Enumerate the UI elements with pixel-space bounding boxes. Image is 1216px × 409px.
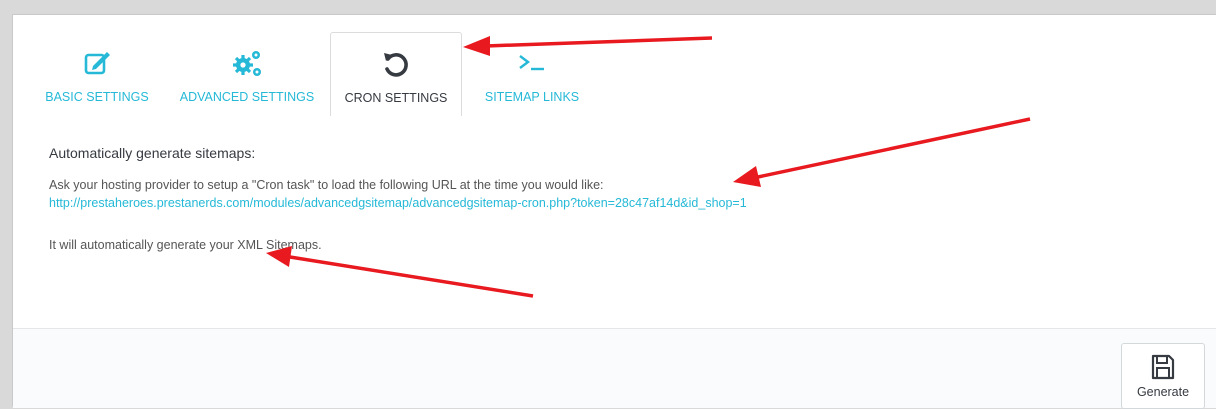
section-heading: Automatically generate sitemaps: — [49, 145, 256, 161]
tab-advanced-settings[interactable]: ADVANCED SETTINGS — [177, 32, 317, 116]
cron-url-link[interactable]: http://prestaheroes.prestanerds.com/modu… — [49, 196, 747, 210]
generate-label: Generate — [1136, 385, 1190, 399]
generate-note: It will automatically generate your XML … — [49, 238, 322, 252]
refresh-icon — [384, 53, 408, 77]
panel-footer: Generate — [13, 328, 1216, 409]
tab-cron-settings[interactable]: CRON SETTINGS — [330, 32, 462, 116]
tab-basic-settings[interactable]: BASIC SETTINGS — [39, 32, 155, 116]
cron-settings-panel: BASIC SETTINGS ADVANCED SETTINGS CRON SE… — [12, 14, 1216, 409]
save-icon — [1151, 354, 1175, 380]
tab-label: BASIC SETTINGS — [45, 90, 149, 104]
generate-button[interactable]: Generate — [1121, 343, 1205, 409]
tab-sitemap-links[interactable]: SITEMAP LINKS — [476, 32, 588, 116]
cron-content: Automatically generate sitemaps: Ask you… — [49, 145, 1196, 254]
tab-label: SITEMAP LINKS — [484, 90, 580, 104]
tab-label: CRON SETTINGS — [344, 91, 448, 105]
edit-icon — [84, 52, 110, 75]
settings-tabs: BASIC SETTINGS ADVANCED SETTINGS CRON SE… — [13, 15, 1216, 116]
tab-label: ADVANCED SETTINGS — [179, 90, 315, 104]
cron-instruction: Ask your hosting provider to setup a "Cr… — [49, 178, 604, 192]
gears-icon — [233, 51, 261, 76]
terminal-icon — [519, 55, 544, 71]
